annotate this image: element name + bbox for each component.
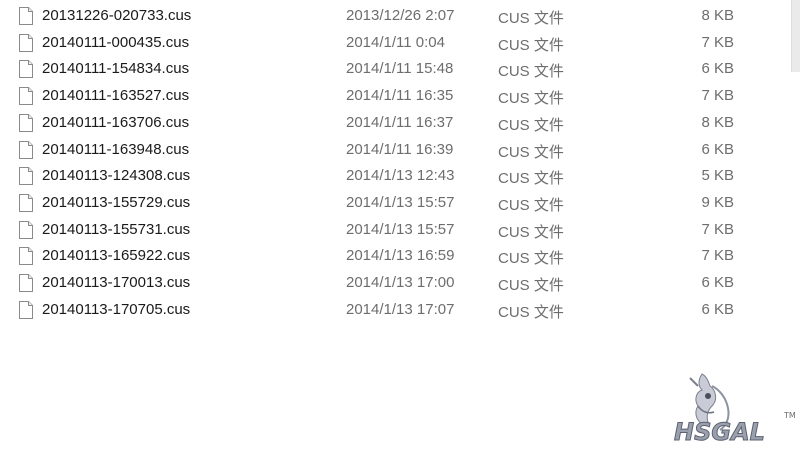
file-icon: [18, 193, 34, 213]
file-name[interactable]: 20140113-170705.cus: [42, 301, 190, 318]
file-row[interactable]: 20140111-163706.cus 2014/1/11 16:37 CUS 文件…: [0, 110, 790, 136]
watermark-trademark: TM: [783, 411, 796, 420]
file-type: CUS 文件: [498, 90, 564, 108]
file-row[interactable]: 20140111-163948.cus 2014/1/11 16:39 CUS 文件…: [0, 137, 790, 163]
site-watermark: HSGAL TM: [668, 372, 800, 447]
file-date-modified: 2014/1/13 16:59: [346, 247, 455, 265]
file-icon: [18, 86, 34, 106]
file-date-modified: 2014/1/11 16:39: [346, 140, 454, 158]
file-row[interactable]: 20140113-165922.cus 2014/1/13 16:59 CUS 文件…: [0, 243, 790, 269]
file-name[interactable]: 20131226-020733.cus: [42, 7, 191, 24]
file-name[interactable]: 20140113-165922.cus: [42, 247, 190, 264]
file-name[interactable]: 20140111-163706.cus: [42, 114, 189, 131]
file-type: CUS 文件: [498, 36, 564, 54]
file-size: 7 KB: [701, 33, 734, 51]
file-type: CUS 文件: [498, 170, 564, 188]
file-date-modified: 2014/1/11 16:37: [346, 113, 454, 131]
file-type: CUS 文件: [498, 250, 564, 268]
file-name[interactable]: 20140111-163948.cus: [42, 141, 189, 158]
file-row[interactable]: 20140113-170013.cus 2014/1/13 17:00 CUS 文件…: [0, 270, 790, 296]
file-row[interactable]: 20140111-163527.cus 2014/1/11 16:35 CUS 文件…: [0, 83, 790, 109]
file-date-modified: 2014/1/13 17:00: [346, 274, 455, 291]
file-name[interactable]: 20140113-124308.cus: [42, 167, 190, 184]
file-date-modified: 2014/1/11 16:35: [346, 87, 454, 105]
file-size: 7 KB: [701, 87, 734, 105]
file-size: 6 KB: [701, 300, 734, 318]
file-type: CUS 文件: [498, 143, 564, 161]
file-row[interactable]: 20140113-155731.cus 2014/1/13 15:57 CUS 文件…: [0, 217, 790, 243]
file-date-modified: 2014/1/13 15:57: [346, 220, 455, 238]
file-icon: [18, 273, 34, 293]
file-size: 5 KB: [701, 167, 734, 185]
file-size: 6 KB: [701, 60, 734, 78]
file-type: CUS 文件: [498, 303, 564, 321]
file-icon: [18, 59, 34, 79]
file-row[interactable]: 20140113-170705.cus 2014/1/13 17:07 CUS 文件…: [0, 297, 790, 323]
file-size: 6 KB: [701, 140, 734, 158]
file-size: 7 KB: [701, 247, 734, 265]
file-size: 8 KB: [701, 113, 734, 131]
file-name[interactable]: 20140111-163527.cus: [42, 87, 189, 104]
file-row[interactable]: 20140113-124308.cus 2014/1/13 12:43 CUS 文件…: [0, 163, 790, 189]
file-icon: [18, 300, 34, 320]
file-name[interactable]: 20140111-000435.cus: [42, 34, 189, 51]
file-type: CUS 文件: [498, 116, 564, 134]
file-row[interactable]: 20140113-155729.cus 2014/1/13 15:57 CUS 文件…: [0, 190, 790, 216]
file-date-modified: 2014/1/13 15:57: [346, 193, 455, 211]
file-type: CUS 文件: [498, 223, 564, 241]
file-row[interactable]: 20140111-154834.cus 2014/1/11 15:48 CUS 文件…: [0, 56, 790, 82]
file-name[interactable]: 20140113-170013.cus: [42, 274, 190, 291]
file-icon: [18, 166, 34, 186]
file-size: 6 KB: [701, 274, 734, 291]
file-date-modified: 2014/1/11 15:48: [346, 60, 454, 78]
file-type: CUS 文件: [498, 196, 564, 214]
file-date-modified: 2013/12/26 2:07: [346, 7, 455, 24]
file-row[interactable]: 20131226-020733.cus 2013/12/26 2:07 CUS 文件…: [0, 3, 790, 29]
file-row[interactable]: 20140111-000435.cus 2014/1/11 0:04 CUS 文件 7…: [0, 30, 790, 56]
scrollbar[interactable]: [791, 0, 800, 72]
file-date-modified: 2014/1/13 12:43: [346, 167, 455, 185]
file-size: 7 KB: [701, 220, 734, 238]
file-size: 9 KB: [701, 193, 734, 211]
watermark-text: HSGAL: [674, 418, 765, 446]
file-icon: [18, 113, 34, 133]
file-type: CUS 文件: [498, 63, 564, 81]
file-icon: [18, 6, 34, 26]
file-type: CUS 文件: [498, 10, 564, 27]
file-icon: [18, 246, 34, 266]
watermark-logo-icon: HSGAL TM: [674, 373, 796, 447]
file-date-modified: 2014/1/13 17:07: [346, 300, 455, 318]
file-icon: [18, 220, 34, 240]
file-icon: [18, 140, 34, 160]
file-name[interactable]: 20140113-155731.cus: [42, 221, 190, 238]
file-name[interactable]: 20140111-154834.cus: [42, 60, 189, 77]
file-type: CUS 文件: [498, 277, 564, 294]
file-size: 8 KB: [701, 7, 734, 24]
file-date-modified: 2014/1/11 0:04: [346, 33, 445, 51]
file-icon: [18, 33, 34, 53]
file-name[interactable]: 20140113-155729.cus: [42, 194, 190, 211]
